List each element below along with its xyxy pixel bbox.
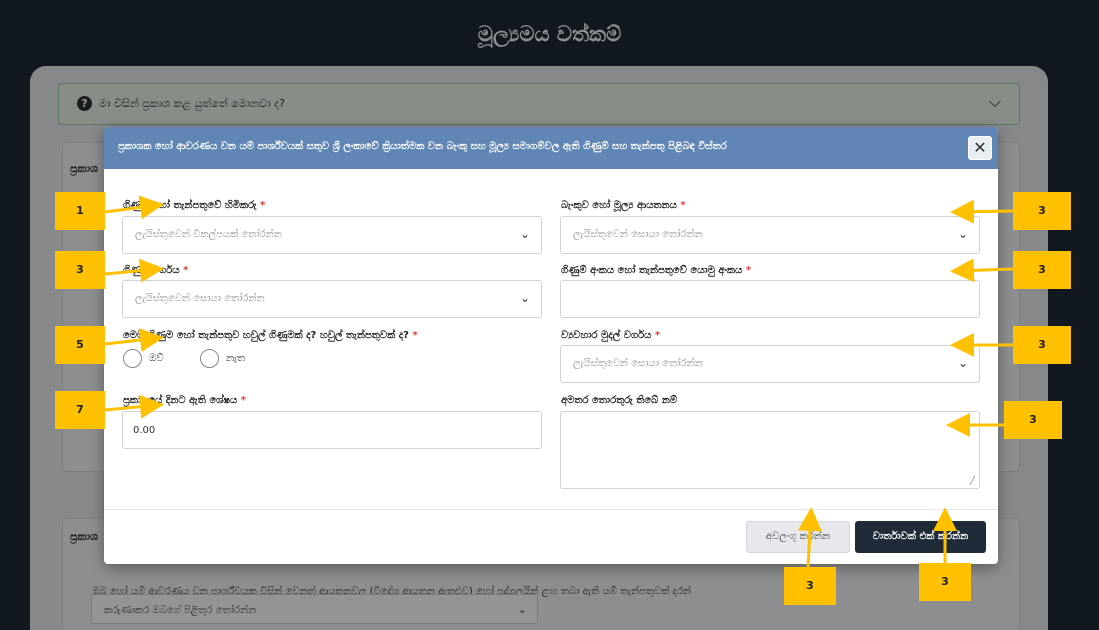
account-type-select[interactable]: ලැයිස්තුවෙන් සොයා තෝරන්න ⌄ [122,280,542,318]
required-mark: * [412,330,418,341]
account-type-label: ගිණුම් වර්ගය * [123,265,188,276]
balance-label-text: ප්‍රකාශයේ දිනට ඇති ශේෂය [123,395,238,406]
chevron-down-icon: ⌄ [957,227,968,241]
annotation-badge: 3 [1013,326,1071,364]
currency-label: ව්‍යවහාර මුදල් වර්ගය * [561,330,660,341]
annotation-badge: 7 [55,391,105,429]
notes-textarea[interactable]: ╱ [560,411,980,489]
account-details-modal: ප්‍රකාශක හෝ ආවරණය වන යම් පාර්ශ්වයක් සතුව… [104,127,998,564]
radio-circle[interactable] [123,349,142,368]
radio-circle[interactable] [200,349,219,368]
holder-label-text: ගිණුම් හෝ තැන්පතුවේ හිමිකරු [123,200,257,211]
required-mark: * [680,200,686,211]
cancel-button[interactable]: අවලංගු කරන්න [746,521,850,553]
annotation-badge: 3 [1004,401,1062,439]
joint-account-label-text: මෙම ගිණුම හෝ තැන්පතුව හවුල් ගිණුමක් ද? හ… [123,330,409,341]
currency-label-text: ව්‍යවහාර මුදල් වර්ගය [561,330,652,341]
account-number-label: ගිණුම් අංකය හෝ තැන්පතුවේ යොමු අංකය * [561,265,751,276]
notes-label: අමතර තොරතුරු තිබේ නම් [561,395,677,406]
bank-label-text: බැංකුව හෝ මූල්‍ය ආයතනය [561,200,677,211]
required-mark: * [183,265,189,276]
add-record-button[interactable]: වාර්තාවක් එක් කරන්න [855,521,986,553]
annotation-badge: 3 [784,567,836,605]
notes-label-text: අමතර තොරතුරු තිබේ නම් [561,395,678,406]
annotation-badge: 3 [1013,192,1071,230]
required-mark: * [259,200,266,211]
account-number-label-text: ගිණුම් අංකය හෝ තැන්පතුවේ යොමු අංකය [561,265,743,276]
chevron-down-icon: ⌄ [957,356,968,370]
annotation-badge: 3 [1013,251,1071,289]
required-mark: * [240,395,246,406]
holder-select[interactable]: ලැයිස්තුවෙන් විකල්පයක් තෝරන්න ⌄ [122,216,542,254]
balance-input[interactable]: 0.00 [122,411,542,449]
chevron-down-icon: ⌄ [519,227,530,241]
joint-account-label: මෙම ගිණුම හෝ තැන්පතුව හවුල් ගිණුමක් ද? හ… [123,330,418,341]
joint-no-label: නැත [226,353,246,364]
chevron-down-icon: ⌄ [519,291,530,305]
close-icon[interactable]: ✕ [968,136,992,160]
modal-header: ප්‍රකාශක හෝ ආවරණය වන යම් පාර්ශ්වයක් සතුව… [104,127,998,169]
annotation-badge: 5 [55,326,105,364]
account-type-select-placeholder: ලැයිස්තුවෙන් සොයා තෝරන්න [135,293,265,304]
required-mark: * [745,265,752,276]
bank-label: බැංකුව හෝ මූල්‍ය ආයතනය * [561,200,686,211]
joint-yes-label: ඔව් [149,353,164,364]
annotation-badge: 3 [55,251,105,289]
currency-select-placeholder: ලැයිස්තුවෙන් සොයා තෝරන්න [573,358,703,369]
required-mark: * [654,330,661,341]
modal-title: ප්‍රකාශක හෝ ආවරණය වන යම් පාර්ශ්වයක් සතුව… [118,141,727,152]
holder-select-placeholder: ලැයිස්තුවෙන් විකල්පයක් තෝරන්න [135,229,282,240]
holder-label: ගිණුම් හෝ තැන්පතුවේ හිමිකරු * [123,200,265,211]
bank-select-placeholder: ලැයිස්තුවෙන් සොයා තෝරන්න [573,229,703,240]
account-type-label-text: ගිණුම් වර්ගය [123,265,180,276]
currency-select[interactable]: ලැයිස්තුවෙන් සොයා තෝරන්න ⌄ [560,345,980,383]
bank-select[interactable]: ලැයිස්තුවෙන් සොයා තෝරන්න ⌄ [560,216,980,254]
balance-label: ප්‍රකාශයේ දිනට ඇති ශේෂය * [123,395,246,406]
balance-input-value: 0.00 [133,425,156,436]
annotation-badge: 1 [55,192,105,230]
annotation-badge: 3 [919,563,971,601]
resize-grip-icon[interactable]: ╱ [970,476,975,485]
account-number-input[interactable] [560,280,980,318]
modal-footer-divider [104,509,998,510]
